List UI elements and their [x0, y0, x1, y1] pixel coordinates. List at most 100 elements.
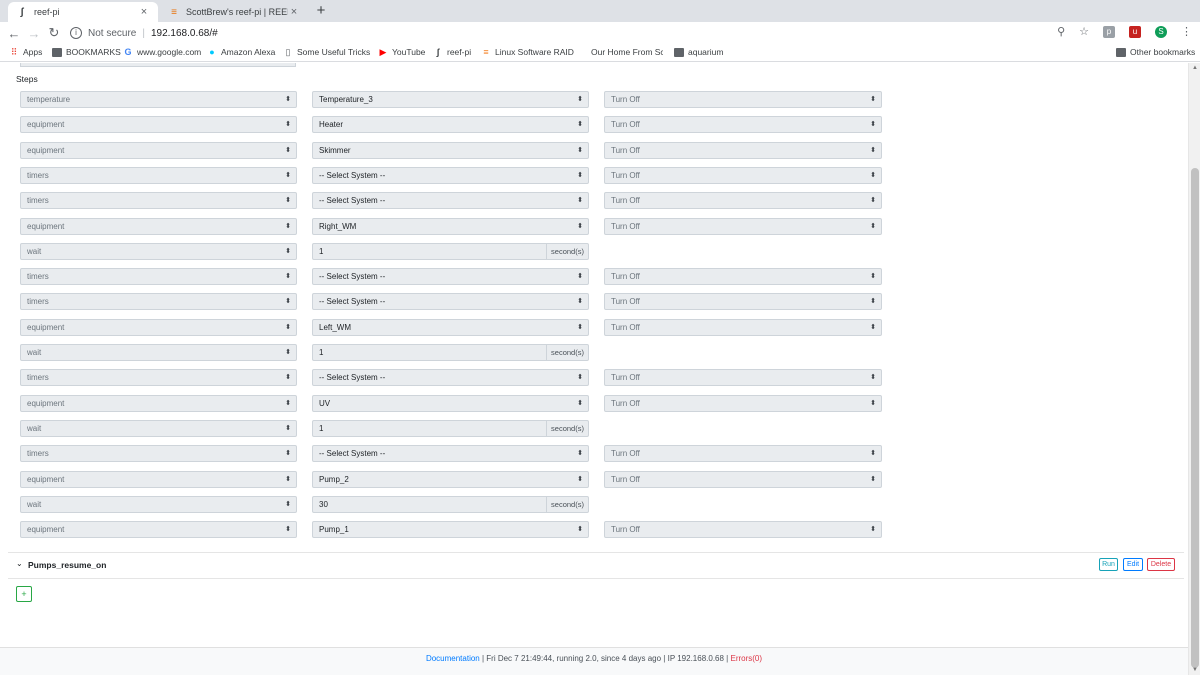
step-target-select[interactable]: UV ⬍: [312, 394, 589, 412]
star-icon[interactable]: ☆: [1079, 25, 1089, 38]
bookmark-our-home[interactable]: Our Home From Scr: [591, 47, 663, 57]
step-type-select[interactable]: wait ⬍: [20, 344, 297, 361]
edit-button[interactable]: Edit: [1123, 558, 1143, 571]
wait-duration-input[interactable]: 30: [312, 495, 547, 513]
step-action-select[interactable]: Turn Off ⬍: [604, 192, 882, 210]
url-text[interactable]: 192.168.0.68/#: [151, 28, 218, 39]
step-target-select[interactable]: Temperature_3 ⬍: [312, 91, 589, 108]
bookmark-folder-aquarium[interactable]: aquarium: [674, 47, 723, 57]
bookmark-youtube[interactable]: ▶ YouTube: [378, 47, 426, 57]
profile-avatar[interactable]: S: [1155, 25, 1167, 38]
wait-duration-input[interactable]: 1: [312, 419, 547, 437]
step-target-select[interactable]: -- Select System -- ⬍: [312, 268, 589, 286]
bookmark-other-bookmarks[interactable]: Other bookmarks: [1116, 47, 1195, 57]
step-target-select[interactable]: -- Select System -- ⬍: [312, 445, 589, 463]
step-target-select[interactable]: -- Select System -- ⬍: [312, 369, 589, 387]
menu-icon[interactable]: ⋮: [1181, 25, 1192, 38]
info-icon[interactable]: i: [70, 27, 82, 39]
ublock-extension-icon[interactable]: u: [1129, 25, 1141, 38]
step-type-select[interactable]: equipment ⬍: [20, 521, 297, 539]
errors-link[interactable]: Errors(0): [730, 654, 762, 663]
step-target-select[interactable]: Skimmer ⬍: [312, 141, 589, 159]
step-type-select[interactable]: timers ⬍: [20, 166, 297, 184]
step-row: temperature ⬍ Temperature_3 ⬍ Turn Off ⬍: [20, 91, 882, 108]
step-target-select[interactable]: -- Select System -- ⬍: [312, 166, 589, 184]
step-action-select[interactable]: Turn Off ⬍: [604, 445, 882, 463]
macro-name[interactable]: Pumps_resume_on: [28, 560, 106, 570]
back-icon[interactable]: ←: [4, 26, 24, 41]
page-scrollbar[interactable]: ▲ ▼: [1188, 63, 1200, 675]
step-action-select[interactable]: Turn Off ⬍: [604, 369, 882, 387]
step-type-select[interactable]: equipment ⬍: [20, 394, 297, 412]
bookmark-reef-pi[interactable]: ʃ reef-pi: [433, 47, 472, 57]
chevron-down-icon[interactable]: ⌄: [16, 559, 23, 568]
step-type-select[interactable]: timers ⬍: [20, 268, 297, 286]
step-action-select[interactable]: Turn Off ⬍: [604, 141, 882, 159]
step-action-select[interactable]: Turn Off ⬍: [604, 318, 882, 336]
step-type-select[interactable]: equipment ⬍: [20, 470, 297, 488]
bookmark-apps[interactable]: ⠿ Apps: [9, 47, 43, 57]
reef2reef-icon: ≡: [171, 6, 177, 18]
select-value: Right_WM: [319, 221, 357, 231]
scrollbar-thumb[interactable]: [1191, 168, 1199, 668]
close-icon[interactable]: ×: [288, 6, 300, 18]
step-type-select[interactable]: timers ⬍: [20, 369, 297, 387]
bookmark-folder-bookmarks[interactable]: BOOKMARKS: [52, 47, 121, 57]
step-row: equipment ⬍ Pump_1 ⬍ Turn Off ⬍: [20, 521, 882, 539]
select-value: temperature: [27, 95, 71, 104]
step-type-select[interactable]: timers ⬍: [20, 445, 297, 463]
step-type-select[interactable]: equipment ⬍: [20, 217, 297, 235]
select-arrows-icon: ⬍: [285, 374, 291, 382]
step-action-select[interactable]: Turn Off ⬍: [604, 394, 882, 412]
documentation-link[interactable]: Documentation: [426, 654, 480, 663]
step-type-select[interactable]: wait ⬍: [20, 495, 297, 513]
step-action-select[interactable]: Turn Off ⬍: [604, 91, 882, 108]
close-icon[interactable]: ×: [138, 6, 150, 18]
step-action-select[interactable]: Turn Off ⬍: [604, 116, 882, 134]
step-type-select[interactable]: timers ⬍: [20, 293, 297, 311]
bookmark-google[interactable]: G www.google.com: [123, 47, 201, 57]
step-target-select[interactable]: Left_WM ⬍: [312, 318, 589, 336]
bookmark-linux-raid[interactable]: ≡ Linux Software RAID: [481, 47, 577, 57]
step-type-select[interactable]: temperature ⬍: [20, 91, 297, 108]
add-macro-button[interactable]: +: [16, 586, 32, 602]
run-button[interactable]: Run: [1099, 558, 1118, 571]
step-target-select[interactable]: Pump_1 ⬍: [312, 521, 589, 539]
step-action-select[interactable]: Turn Off ⬍: [604, 470, 882, 488]
step-action-select[interactable]: Turn Off ⬍: [604, 293, 882, 311]
scroll-down-icon[interactable]: ▼: [1189, 665, 1200, 675]
step-action-select[interactable]: Turn Off ⬍: [604, 268, 882, 286]
reef-pi-icon: ʃ: [20, 6, 24, 18]
step-target-select[interactable]: -- Select System -- ⬍: [312, 293, 589, 311]
macro-item-row[interactable]: ⌄ Pumps_resume_on Run Edit Delete: [8, 553, 1184, 577]
select-arrows-icon: ⬍: [285, 526, 291, 534]
step-type-select[interactable]: equipment ⬍: [20, 318, 297, 336]
address-bar[interactable]: i Not secure | 192.168.0.68/#: [70, 24, 1100, 42]
bookmark-useful-tricks[interactable]: ▯ Some Useful Tricks: [283, 47, 371, 57]
step-target-select[interactable]: -- Select System -- ⬍: [312, 192, 589, 210]
delete-button[interactable]: Delete: [1147, 558, 1175, 571]
step-type-select[interactable]: equipment ⬍: [20, 141, 297, 159]
step-type-select[interactable]: timers ⬍: [20, 192, 297, 210]
step-target-select[interactable]: Right_WM ⬍: [312, 217, 589, 235]
select-arrows-icon: ⬍: [870, 146, 876, 154]
pushbullet-extension-icon[interactable]: p: [1103, 25, 1115, 38]
reload-icon[interactable]: ↻: [44, 25, 64, 41]
tab-reef2reef[interactable]: ≡ ScottBrew's reef-pi | REEF2REEF ×: [160, 2, 308, 22]
wait-duration-input[interactable]: 1: [312, 344, 547, 361]
forward-icon[interactable]: →: [24, 26, 44, 41]
tab-reef-pi[interactable]: ʃ reef-pi ×: [8, 2, 158, 22]
step-type-select[interactable]: wait ⬍: [20, 242, 297, 260]
new-tab-button[interactable]: +: [313, 3, 329, 19]
step-target-select[interactable]: Pump_2 ⬍: [312, 470, 589, 488]
step-target-select[interactable]: Heater ⬍: [312, 116, 589, 134]
scroll-up-icon[interactable]: ▲: [1189, 63, 1200, 73]
zoom-icon[interactable]: ⚲: [1057, 25, 1065, 38]
step-action-select[interactable]: Turn Off ⬍: [604, 166, 882, 184]
bookmark-amazon-alexa[interactable]: ● Amazon Alexa: [207, 47, 275, 57]
step-type-select[interactable]: equipment ⬍: [20, 116, 297, 134]
step-action-select[interactable]: Turn Off ⬍: [604, 521, 882, 539]
step-action-select[interactable]: Turn Off ⬍: [604, 217, 882, 235]
step-type-select[interactable]: wait ⬍: [20, 419, 297, 437]
wait-duration-input[interactable]: 1: [312, 242, 547, 260]
